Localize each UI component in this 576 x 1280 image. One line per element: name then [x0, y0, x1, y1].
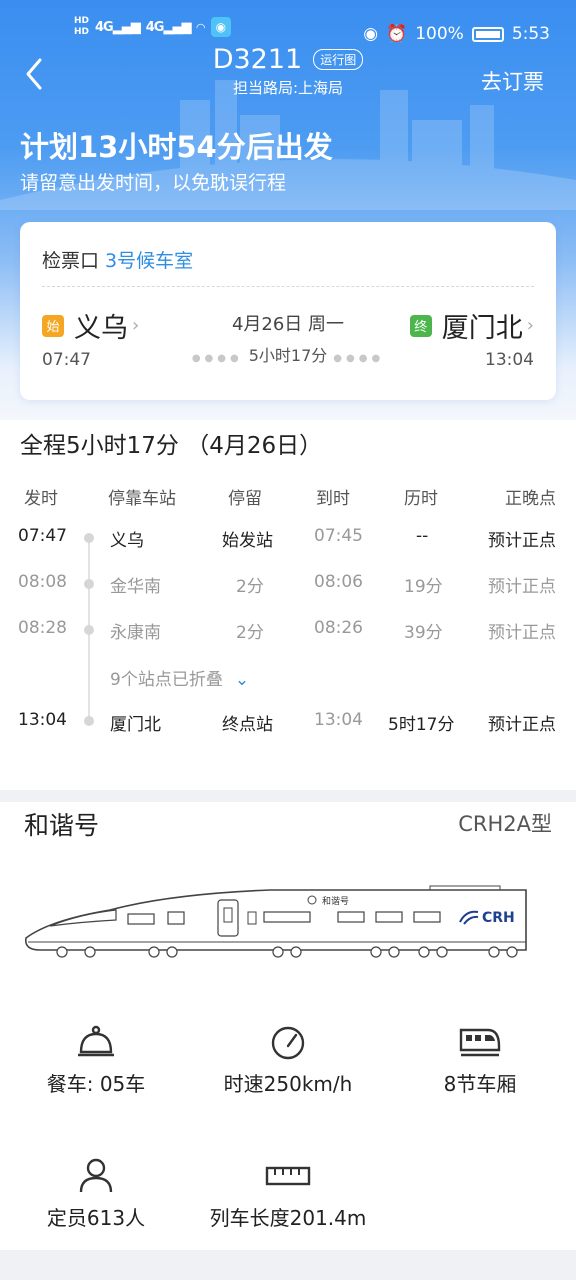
dining-bell-icon: [78, 1025, 114, 1057]
speedometer-icon: [271, 1026, 305, 1060]
train-illustration: 和谐号 CRH: [24, 885, 527, 958]
ruler-icon: [265, 1166, 311, 1186]
cars-label: 8节车厢: [443, 1072, 517, 1096]
cars-feature: 8节车厢: [384, 1024, 576, 1097]
speed-label: 时速250km/h: [223, 1072, 353, 1096]
folded-stations-toggle[interactable]: 9个站点已折叠 ⌄: [110, 665, 249, 690]
chevron-down-icon: ⌄: [234, 670, 250, 690]
table-row[interactable]: 08:08 金华南 2分 08:06 19分 预计正点: [0, 572, 576, 608]
table-row[interactable]: 08:28 永康南 2分 08:26 39分 预计正点: [0, 618, 576, 654]
app-notification-icon: ◉: [210, 17, 231, 37]
clock-time: 5:53: [511, 24, 550, 44]
gate-value[interactable]: 3号候车室: [105, 250, 193, 272]
speed-feature: 时速250km/h: [192, 1024, 384, 1097]
capacity-feature: 定员613人: [0, 1158, 192, 1231]
departure-reminder: 请留意出发时间，以免耽误行程: [20, 172, 287, 194]
run-chart-badge[interactable]: 运行图: [313, 49, 364, 70]
train-series-name: 和谐号: [24, 811, 100, 840]
departure-time: 07:47: [42, 350, 91, 370]
train-car-icon: [459, 1028, 501, 1057]
train-model: CRH2A型: [458, 812, 552, 836]
body-logo-text: 和谐号: [322, 896, 349, 907]
battery-icon: [471, 26, 504, 42]
capacity-label: 定员613人: [46, 1206, 146, 1230]
crh-logo: CRH: [482, 910, 515, 926]
person-icon: [79, 1158, 113, 1193]
wifi-icon: ◠: [196, 20, 205, 34]
table-row[interactable]: 07:47 义乌 始发站 07:45 -- 预计正点: [0, 526, 576, 562]
bottom-divider: [0, 1250, 576, 1280]
section-divider: [0, 790, 576, 802]
col-punct: 正晚点: [505, 489, 556, 509]
travel-date: 4月26日 周一: [231, 314, 345, 335]
length-feature: 列车长度201.4m: [192, 1158, 384, 1231]
signal-icon: 4G▂▄▆: [95, 19, 141, 35]
departure-countdown: 计划13小时54分后出发: [20, 130, 333, 164]
train-number: D3211: [212, 44, 303, 75]
table-row[interactable]: 13:04 厦门北 终点站 13:04 5时17分 预计正点: [0, 710, 576, 746]
col-station: 停靠车站: [108, 489, 176, 509]
travel-duration: ●●●● 5小时17分 ●●●●: [191, 346, 385, 365]
col-stop: 停留: [228, 489, 262, 509]
divider: [42, 286, 534, 287]
dining-car-feature: 餐车: 05车: [0, 1024, 192, 1097]
col-arr: 到时: [316, 489, 350, 509]
arrival-time: 13:04: [485, 350, 534, 370]
dining-car-label: 餐车: 05车: [46, 1072, 146, 1096]
length-label: 列车长度201.4m: [209, 1206, 367, 1230]
ticket-gate: 检票口 3号候车室: [42, 250, 194, 272]
signal-icon-2: 4G▂▄▆: [145, 19, 192, 35]
book-ticket-button[interactable]: 去订票: [481, 66, 544, 96]
journey-card: 检票口 3号候车室 始 义乌 › 终 厦门北 › 4月26日 周一 ●●●● 5小时…: [20, 222, 556, 400]
col-elapsed: 历时: [404, 489, 438, 509]
schedule-title: 全程5小时17分 （4月26日）: [20, 433, 323, 459]
hd-indicator: HD HD: [74, 16, 90, 37]
battery-percent: 100%: [415, 24, 464, 44]
eye-icon: ◉: [363, 24, 379, 44]
schedule-header: 发时 停靠车站 停留 到时 历时 正晚点: [0, 484, 576, 509]
col-dep: 发时: [24, 489, 58, 509]
alarm-icon: ⏰: [386, 24, 408, 44]
